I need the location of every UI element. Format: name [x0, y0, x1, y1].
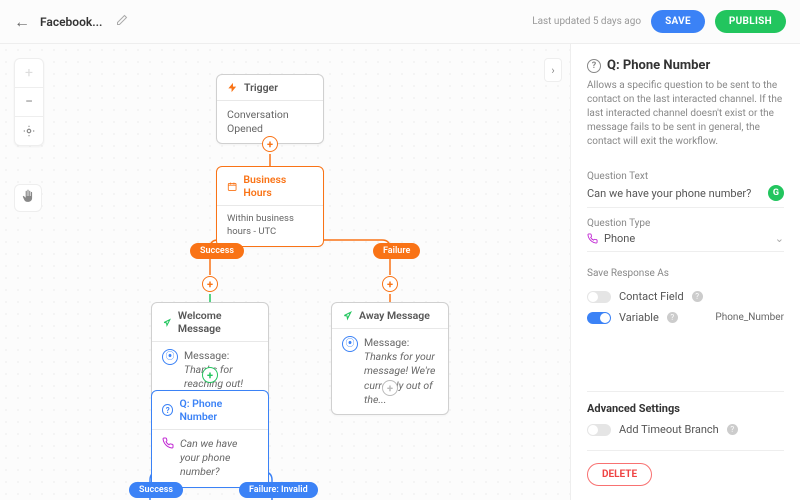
save-response-label: Save Response As [587, 268, 784, 279]
collapse-sidebar-icon[interactable]: › [544, 58, 562, 82]
question-icon: ? [587, 59, 601, 73]
last-updated-text: Last updated 5 days ago [532, 16, 641, 27]
zoom-in-button[interactable]: + [15, 59, 43, 87]
node-welcome-title: Welcome Message [178, 309, 258, 335]
variable-name-value[interactable]: Phone_Number [715, 312, 784, 323]
question-icon: ? [162, 404, 173, 416]
phone-icon [162, 437, 174, 454]
contact-field-toggle[interactable] [587, 291, 611, 303]
node-welcome-body: Message: Thanks for reaching out! [184, 349, 258, 392]
properties-panel: ? Q: Phone Number Allows a specific ques… [570, 44, 800, 500]
delete-button[interactable]: DELETE [587, 463, 652, 486]
question-text-value[interactable]: Can we have your phone number? [587, 187, 751, 200]
panel-description: Allows a specific question to be sent to… [587, 79, 784, 149]
help-icon[interactable]: ? [667, 312, 678, 323]
advanced-settings-label: Advanced Settings [587, 391, 784, 415]
branch-success-pill: Success [190, 243, 244, 259]
add-failure-branch[interactable]: + [382, 276, 398, 292]
branch-failure-pill: Failure [373, 243, 420, 259]
fit-button[interactable] [15, 117, 43, 145]
message-icon: ⦿ [162, 349, 178, 365]
node-business-hours[interactable]: Business Hours Within business hours - U… [216, 166, 324, 247]
node-trigger[interactable]: Trigger Conversation Opened [216, 74, 324, 144]
add-success-branch[interactable]: + [202, 276, 218, 292]
question-type-select[interactable]: Phone ⌄ [587, 232, 784, 252]
node-hours-title: Business Hours [243, 173, 313, 199]
flow-canvas[interactable]: + − › [0, 44, 570, 500]
grammarly-icon[interactable]: G [768, 185, 784, 201]
panel-title: Q: Phone Number [607, 58, 710, 73]
question-type-label: Question Type [587, 218, 784, 229]
contact-field-label: Contact Field [619, 290, 684, 303]
node-question-body: Can we have your phone number? [180, 437, 258, 480]
node-question-title: Q: Phone Number [179, 397, 258, 423]
zoom-out-button[interactable]: − [15, 88, 43, 116]
timeout-toggle[interactable] [587, 424, 611, 436]
save-button[interactable]: SAVE [651, 10, 705, 33]
help-icon[interactable]: ? [692, 291, 703, 302]
workflow-title: Facebook... [40, 15, 102, 29]
question-text-label: Question Text [587, 171, 784, 182]
phone-icon [587, 233, 598, 244]
help-icon[interactable]: ? [727, 424, 738, 435]
variable-toggle[interactable] [587, 312, 611, 324]
zoom-toolbar: + − [14, 58, 44, 146]
variable-label: Variable [619, 311, 659, 324]
node-welcome-message[interactable]: Welcome Message ⦿ Message: Thanks for re… [151, 302, 269, 400]
chevron-down-icon: ⌄ [775, 232, 784, 245]
add-after-welcome[interactable]: + [202, 367, 218, 383]
back-arrow-icon[interactable]: ← [14, 12, 30, 32]
add-after-away[interactable]: + [382, 380, 398, 396]
timeout-label: Add Timeout Branch [619, 423, 719, 436]
message-icon: ⦿ [342, 336, 358, 352]
node-away-body: Message: Thanks for your message! We're … [364, 336, 438, 407]
node-hours-body: Within business hours - UTC [217, 206, 323, 246]
branch-question-success: Success [129, 482, 183, 498]
node-trigger-title: Trigger [244, 81, 278, 94]
add-after-trigger[interactable]: + [262, 136, 278, 152]
publish-button[interactable]: PUBLISH [715, 10, 786, 33]
node-away-message[interactable]: Away Message ⦿ Message: Thanks for your … [331, 302, 449, 415]
branch-question-failure: Failure: Invalid [239, 482, 318, 498]
edit-title-icon[interactable] [116, 14, 128, 29]
node-away-title: Away Message [359, 309, 430, 322]
node-question-phone[interactable]: ? Q: Phone Number Can we have your phone… [151, 390, 269, 488]
